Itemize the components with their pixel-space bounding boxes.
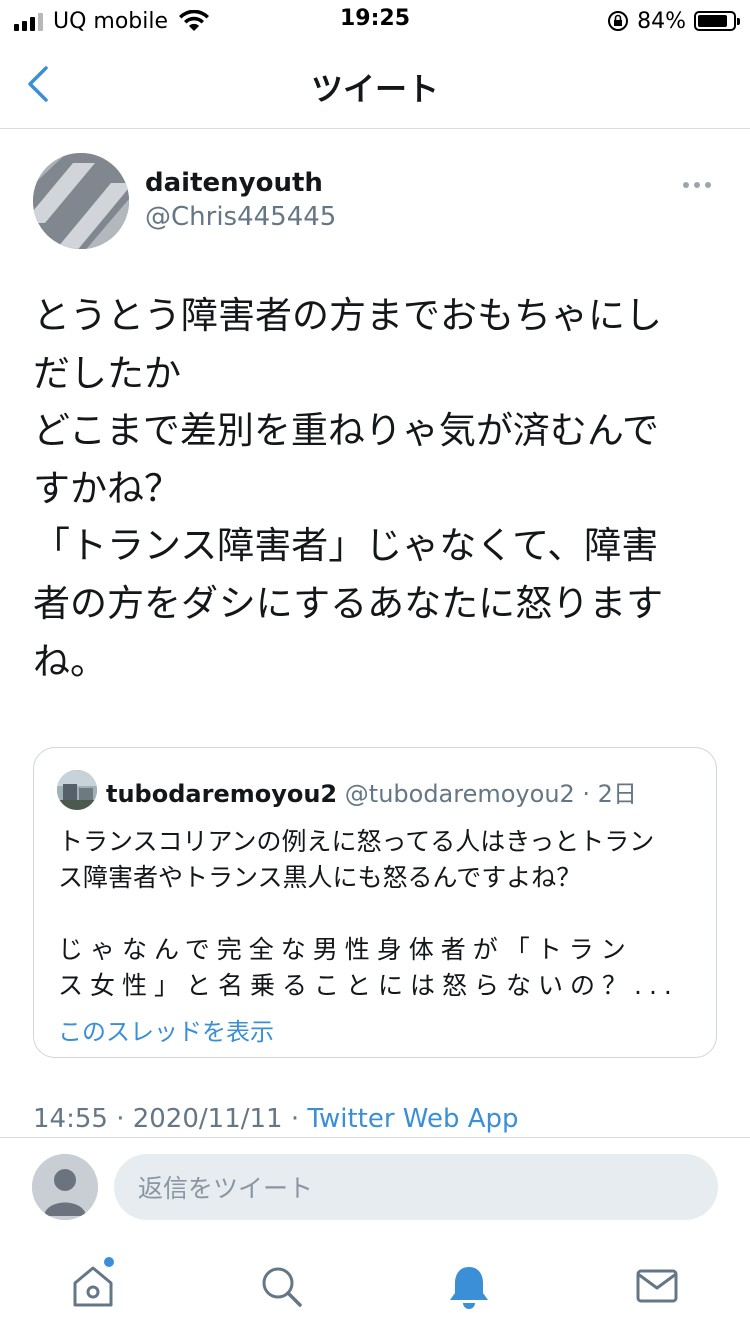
- quoted-text-line: [58, 896, 698, 932]
- author-avatar[interactable]: [33, 153, 129, 249]
- quoted-author-meta: @tubodaremoyou2 · 2日: [344, 780, 637, 808]
- tweet-text-line: ね。: [33, 639, 107, 683]
- more-dot-icon: [694, 182, 700, 188]
- avatar-image: [33, 153, 129, 249]
- tweet-text-line: すかね？: [33, 466, 181, 510]
- quoted-avatar-image: [57, 770, 97, 810]
- tab-messages[interactable]: [632, 1261, 682, 1311]
- more-options-button[interactable]: [683, 176, 719, 194]
- quoted-text-line: ス女性」と名乗ることには怒らないの？...: [58, 971, 679, 1000]
- battery-icon: [694, 11, 740, 31]
- more-dot-icon: [705, 182, 711, 188]
- tweet-text-line: 「トランス障害者」じゃなくて、障害: [33, 524, 659, 568]
- quoted-text-line: ス障害者やトランス黒人にも怒るんですよね？: [58, 863, 582, 892]
- tweet-timestamp: 14:55 · 2020/11/11 · Twitter Web App: [33, 1104, 519, 1134]
- battery-percentage: 84%: [637, 8, 686, 34]
- battery-level: [698, 15, 727, 27]
- timestamp-text: 14:55 · 2020/11/11 ·: [33, 1104, 308, 1134]
- tweet-text-line: だしたか: [33, 351, 181, 395]
- home-notification-dot: [104, 1257, 114, 1267]
- more-dot-icon: [683, 182, 689, 188]
- navigation-header: ツイート: [0, 40, 750, 129]
- tweet-text: とうとう障害者の方までおもちゃにし だしたか どこまで差別を重ねりゃ気が済むんで…: [33, 287, 713, 690]
- status-right: 84%: [607, 6, 740, 36]
- bell-icon: [450, 1267, 488, 1300]
- quoted-text-line: トランスコリアンの例えに怒ってる人はきっとトラン: [58, 827, 655, 856]
- quoted-tweet-header: tubodaremoyou2 @tubodaremoyou2 · 2日: [106, 774, 637, 809]
- quoted-tweet-card[interactable]: tubodaremoyou2 @tubodaremoyou2 · 2日 トランス…: [33, 747, 717, 1058]
- mail-icon: [636, 1269, 678, 1303]
- reply-input[interactable]: 返信をツイート: [114, 1154, 718, 1220]
- tweet-text-line: とうとう障害者の方までおもちゃにし: [33, 294, 662, 337]
- page-title: ツイート: [310, 70, 439, 108]
- default-profile-icon: [32, 1154, 98, 1220]
- tab-search[interactable]: [256, 1261, 306, 1311]
- rotation-lock-icon: [608, 11, 629, 31]
- status-bar: UQ mobile 19:25 84%: [0, 0, 750, 40]
- my-avatar: [32, 1154, 98, 1220]
- reply-bar: 返信をツイート: [0, 1137, 750, 1238]
- tweet-text-line: 者の方をダシにするあなたに怒ります: [33, 581, 664, 625]
- quoted-author-name: tubodaremoyou2: [106, 780, 338, 808]
- quoted-text-line: じゃなんで完全な男性身体者が「トラン: [58, 935, 633, 964]
- show-thread-link[interactable]: このスレッドを表示: [58, 1012, 274, 1047]
- tweet-text-line: どこまで差別を重ねりゃ気が済むんで: [33, 409, 660, 453]
- quoted-author-avatar: [57, 770, 97, 810]
- tab-notifications[interactable]: [444, 1261, 494, 1311]
- author-handle[interactable]: @Chris445445: [145, 202, 336, 232]
- author-name[interactable]: daitenyouth: [145, 168, 323, 198]
- tab-home[interactable]: [68, 1261, 118, 1311]
- tweet-source-link[interactable]: Twitter Web App: [307, 1104, 518, 1134]
- quoted-tweet-text: トランスコリアンの例えに怒ってる人はきっとトラン ス障害者やトランス黒人にも怒る…: [58, 824, 698, 1004]
- tab-bar: [0, 1237, 750, 1334]
